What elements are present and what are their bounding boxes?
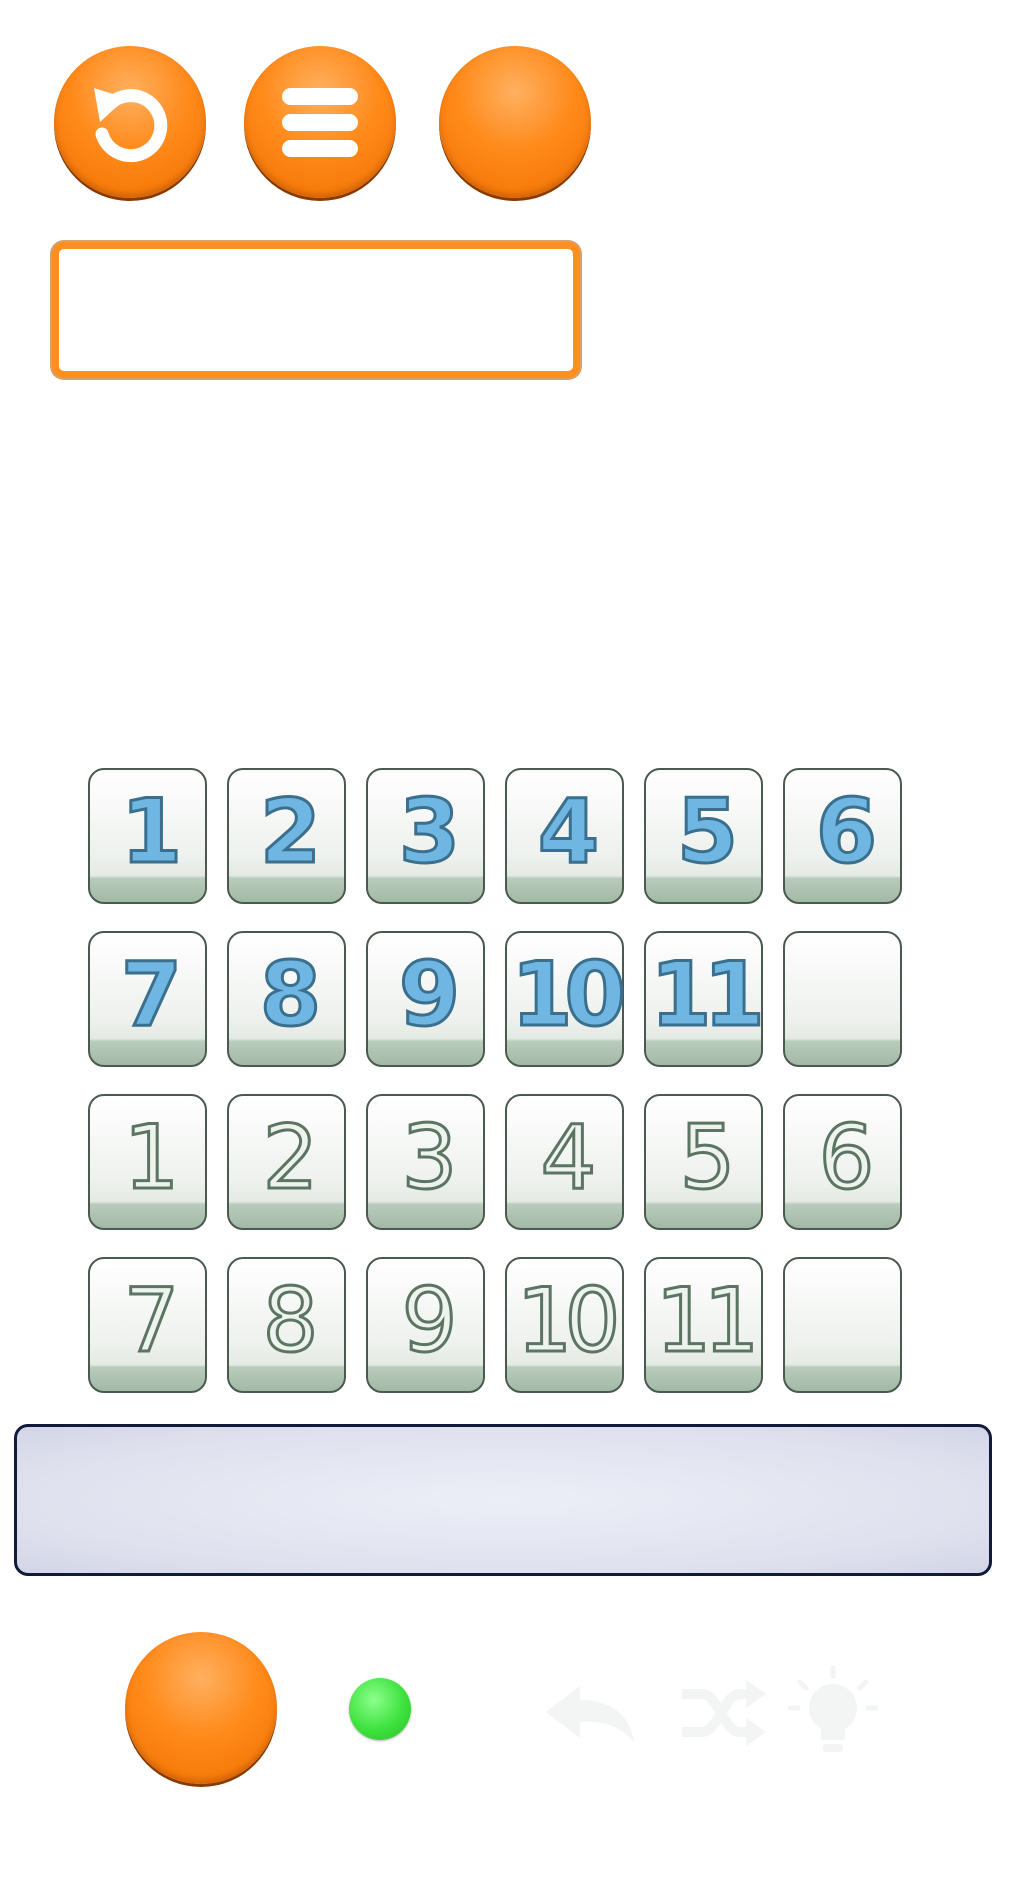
bottom-orange-button[interactable]: [125, 1632, 277, 1784]
blue-tile[interactable]: 2: [227, 768, 346, 904]
blue-tile[interactable]: 7: [88, 931, 207, 1067]
undo-icon[interactable]: [540, 1678, 640, 1752]
blue-tile[interactable]: 9: [366, 931, 485, 1067]
tile-number: 10: [510, 943, 628, 1046]
tile-number: 7: [122, 1269, 181, 1372]
outline-tile[interactable]: 3: [366, 1094, 485, 1230]
tile-number: 7: [119, 943, 183, 1046]
outline-tile[interactable]: 9: [366, 1257, 485, 1393]
tile-grid: 1 2 3 4 5 6 7 8 9 10 11 1 2 3 4 5 6 7 8 …: [88, 768, 902, 1393]
score-display-box: [52, 242, 580, 378]
tile-number: 6: [814, 780, 878, 883]
tile-number: 4: [536, 780, 600, 883]
outline-tile[interactable]: 6: [783, 1094, 902, 1230]
tile-number: 5: [678, 1106, 737, 1209]
restart-icon: [94, 88, 168, 163]
tile-number: 8: [258, 943, 322, 1046]
blue-tile[interactable]: 4: [505, 768, 624, 904]
tile-number: 2: [261, 1106, 320, 1209]
outline-tile[interactable]: 5: [644, 1094, 763, 1230]
tile-number: 10: [515, 1269, 622, 1372]
restart-button[interactable]: [54, 46, 206, 198]
tile-number: 11: [654, 1269, 761, 1372]
tile-number: 8: [261, 1269, 320, 1372]
tile-number: 1: [119, 780, 183, 883]
blue-tile[interactable]: 10: [505, 931, 628, 1067]
blue-tile[interactable]: 3: [366, 768, 485, 904]
tile-number: 1: [122, 1106, 181, 1209]
tile-number: 9: [400, 1269, 459, 1372]
tile-number: 5: [675, 780, 739, 883]
outline-tile[interactable]: 10: [505, 1257, 624, 1393]
menu-icon: [282, 87, 358, 157]
outline-tile[interactable]: 11: [644, 1257, 763, 1393]
tile-number: 3: [400, 1106, 459, 1209]
outline-tile[interactable]: 7: [88, 1257, 207, 1393]
message-bar: [14, 1424, 992, 1576]
tile-number: 2: [258, 780, 322, 883]
lightbulb-icon[interactable]: [787, 1664, 879, 1768]
shuffle-icon[interactable]: [678, 1678, 768, 1752]
blue-tile[interactable]: 6: [783, 768, 902, 904]
blue-tile[interactable]: 5: [644, 768, 763, 904]
blue-tile[interactable]: 8: [227, 931, 346, 1067]
blue-tile[interactable]: 1: [88, 768, 207, 904]
empty-tile[interactable]: [783, 1257, 902, 1393]
empty-tile[interactable]: [783, 931, 902, 1067]
outline-tile[interactable]: 2: [227, 1094, 346, 1230]
blue-tile[interactable]: 11: [644, 931, 767, 1067]
tile-number: 6: [817, 1106, 876, 1209]
tile-number: 4: [539, 1106, 598, 1209]
tile-number: 9: [397, 943, 461, 1046]
tile-number: 3: [397, 780, 461, 883]
outline-tile[interactable]: 4: [505, 1094, 624, 1230]
tile-number: 11: [649, 943, 767, 1046]
status-indicator-dot: [349, 1678, 411, 1740]
blank-orange-button[interactable]: [439, 46, 591, 198]
menu-button[interactable]: [244, 46, 396, 198]
outline-tile[interactable]: 8: [227, 1257, 346, 1393]
outline-tile[interactable]: 1: [88, 1094, 207, 1230]
